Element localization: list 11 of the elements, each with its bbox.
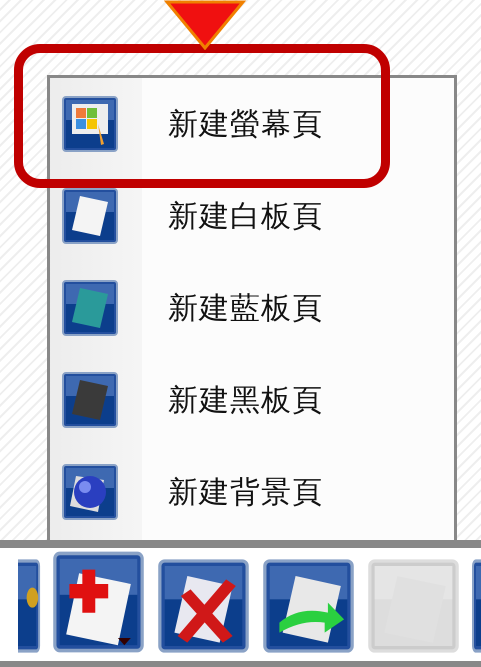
menu-item[interactable]: 新建白板頁 bbox=[168, 194, 323, 238]
menu-item[interactable]: 新建黑板頁 bbox=[168, 378, 323, 422]
globe-icon bbox=[60, 462, 120, 522]
menu-item[interactable]: 新建背景頁 bbox=[168, 470, 323, 514]
sheet-icon bbox=[60, 186, 120, 246]
arrow-icon bbox=[164, 0, 246, 50]
menu-item[interactable]: 新建藍板頁 bbox=[168, 286, 323, 330]
sheet-icon bbox=[60, 370, 120, 430]
picture-frame-icon bbox=[60, 94, 120, 154]
menu-item[interactable]: 新建螢幕頁 bbox=[168, 102, 323, 146]
sheet-icon bbox=[60, 278, 120, 338]
